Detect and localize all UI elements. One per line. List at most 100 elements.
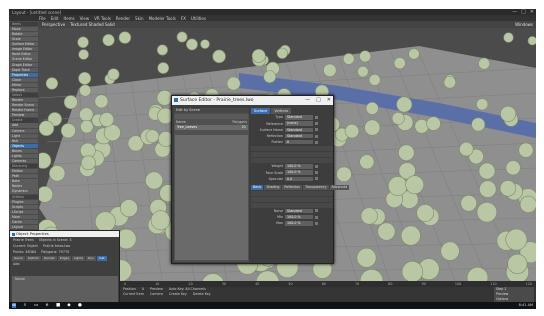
menu-vr-tools[interactable]: VR Tools	[94, 16, 111, 21]
explorer-icon[interactable]: ■	[56, 303, 60, 308]
toolbar-button[interactable]: Objects	[10, 143, 38, 148]
envelope-button[interactable]	[315, 221, 318, 225]
subtab-shading[interactable]: Shading	[264, 184, 282, 190]
property-value-field[interactable]: 0.0	[285, 176, 313, 181]
tab-dyn[interactable]: Dyn	[85, 256, 96, 261]
tab-vertices[interactable]: Vertices	[271, 108, 292, 114]
toolbar-button[interactable]: Mirror	[10, 82, 38, 88]
property-value-field[interactable]: 0	[285, 140, 313, 145]
minimize-icon[interactable]: —	[305, 97, 310, 103]
subtab-advanced[interactable]: Advanced	[329, 184, 350, 190]
subtab-reflection[interactable]: Reflection	[282, 184, 303, 190]
tab-render[interactable]: Render	[42, 256, 57, 261]
toolbar-button[interactable]: Layout	[10, 225, 38, 230]
toolbar-button[interactable]: Image Editor	[10, 47, 38, 52]
menu-render[interactable]: Render	[116, 16, 130, 21]
options-button[interactable]: Options	[494, 297, 534, 302]
surface-editor-titlebar[interactable]: Surface Editor - Prairie_trees.lwo — □ ✕	[172, 96, 333, 105]
toolbar-button[interactable]: Dope Track	[10, 67, 38, 72]
toolbar-button[interactable]: Graph Editor	[10, 62, 38, 67]
tab-surface[interactable]: Surface	[251, 108, 271, 114]
tab-lights[interactable]: Lights	[71, 256, 85, 261]
toolbar-button[interactable]: Move	[10, 26, 38, 32]
envelope-button[interactable]	[315, 164, 318, 168]
toolbar-button[interactable]: Nodes	[10, 184, 38, 189]
toolbar-button[interactable]: Clone	[10, 77, 38, 82]
envelope-button[interactable]	[315, 134, 318, 138]
toolbar-button[interactable]: Node Editor	[10, 52, 38, 57]
object-properties-titlebar[interactable]: Object Properties	[10, 231, 119, 237]
store-icon[interactable]: ◆	[67, 303, 71, 308]
surface-list-body[interactable]	[175, 135, 248, 260]
toolbar-button[interactable]: Dynamics	[10, 189, 38, 194]
close-icon[interactable]: ✕	[327, 97, 331, 103]
toolbar-button[interactable]: Cameras	[10, 159, 38, 164]
surface-list-item[interactable]: Tree_Leaves 21	[175, 125, 248, 130]
toolbar-button[interactable]: Motion	[10, 169, 38, 174]
envelope-button[interactable]	[315, 215, 318, 219]
tab-edges[interactable]: Edges	[57, 256, 71, 261]
task-view-icon[interactable]: ▭	[34, 303, 38, 308]
toolbar-button[interactable]: Scripts	[10, 204, 38, 209]
toolbar-button[interactable]: Surface Editor	[10, 42, 38, 47]
search-icon[interactable]: ⌕	[23, 303, 27, 308]
toolbar-button[interactable]: Bones	[10, 148, 38, 154]
menu-skin[interactable]: Skin	[135, 16, 144, 21]
toolbar-button[interactable]: LScript	[10, 209, 38, 214]
create-key-button[interactable]: Create Key	[169, 292, 187, 297]
toolbar-button[interactable]: Render	[10, 98, 38, 103]
toolbar-button[interactable]: More	[10, 214, 38, 220]
current-item-select[interactable]: Camera	[150, 292, 163, 297]
menu-view[interactable]: View	[80, 16, 90, 21]
toolbar-button[interactable]: Add	[10, 123, 38, 128]
envelope-button[interactable]	[315, 171, 318, 175]
envelope-button[interactable]	[315, 122, 318, 126]
property-value-field[interactable]: Standard	[285, 115, 313, 120]
envelope-button[interactable]	[315, 128, 318, 132]
menu-fx[interactable]: FX	[181, 16, 186, 21]
lightwave-icon[interactable]: ●	[78, 303, 82, 308]
property-value-field[interactable]: 100.0 %	[285, 170, 313, 175]
menu-file[interactable]: File	[39, 16, 46, 21]
toolbar-button[interactable]: Camera	[10, 128, 38, 133]
toolbar-button[interactable]: Cache	[10, 219, 38, 225]
toolbar-button[interactable]: Plugins	[10, 199, 38, 204]
toolbar-button[interactable]: Preview	[10, 113, 38, 118]
property-value-field[interactable]: Standard	[285, 133, 313, 139]
subtab-transparency[interactable]: Transparency	[303, 184, 329, 190]
tab-deform[interactable]: Deform	[25, 256, 42, 261]
property-value-field[interactable]: 100.0 %	[285, 164, 313, 169]
toolbar-button[interactable]: Null	[10, 138, 38, 143]
property-value-field[interactable]: 100.0 %	[285, 221, 313, 226]
envelope-button[interactable]	[315, 115, 318, 119]
add-button[interactable]: Add	[13, 261, 20, 267]
toolbar-button[interactable]: Render Frame	[10, 108, 38, 113]
tab-inst[interactable]: Inst	[96, 256, 107, 261]
menu-items[interactable]: Items	[63, 16, 74, 21]
property-value-field[interactable]: Standard	[285, 208, 313, 214]
property-value-field[interactable]: Standard	[285, 127, 313, 133]
viewport-shading-select[interactable]: Textured Shaded Solid	[70, 22, 115, 27]
start-icon[interactable]: ⊞	[12, 303, 16, 308]
toolbar-button[interactable]: Scale	[10, 37, 38, 42]
property-value-field[interactable]: (none)	[285, 121, 313, 126]
toolbar-button[interactable]: Properties	[10, 72, 38, 77]
property-value-field[interactable]: 100.0 %	[285, 214, 313, 220]
edit-by-select[interactable]: Edit by Scene	[174, 108, 249, 113]
surface-filter-input[interactable]	[175, 114, 248, 119]
toolbar-button[interactable]: Replace	[10, 87, 38, 93]
toolbar-button[interactable]: Scene Editor	[10, 57, 38, 62]
subtab-basic[interactable]: Basic	[251, 184, 264, 190]
toolbar-button[interactable]: Light	[10, 133, 38, 138]
toolbar-button[interactable]: Bake	[10, 179, 38, 184]
windows-button[interactable]: Windows	[515, 22, 533, 27]
menu-modeler-tools[interactable]: Modeler Tools	[149, 16, 176, 21]
menu-utilities[interactable]: Utilities	[191, 16, 206, 21]
step-field[interactable]: Step 1	[494, 287, 534, 292]
toolbar-button[interactable]: Render Scene	[10, 103, 38, 108]
toolbar-button[interactable]: Path	[10, 174, 38, 179]
preview-select[interactable]: Preview	[494, 292, 534, 297]
maximize-icon[interactable]: □	[316, 97, 321, 103]
toolbar-button[interactable]: Rotate	[10, 32, 38, 37]
envelope-button[interactable]	[315, 177, 318, 181]
